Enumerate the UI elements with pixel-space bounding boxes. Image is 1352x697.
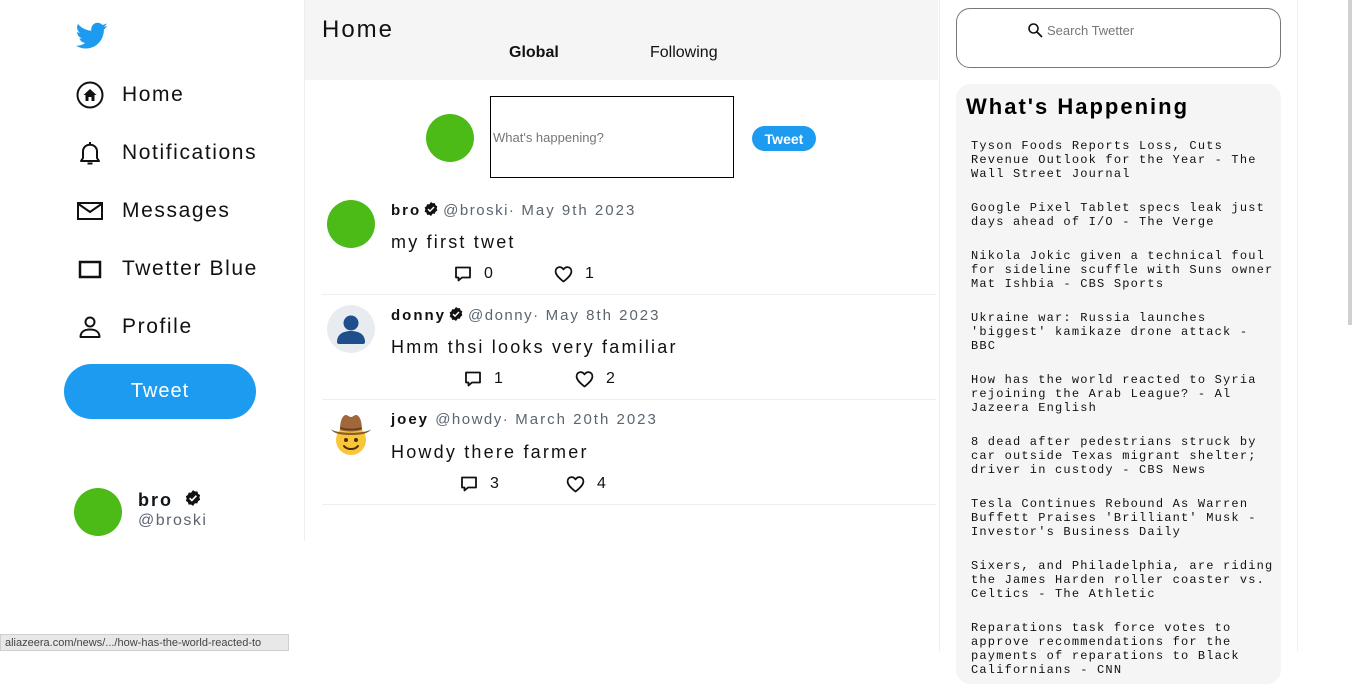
comment-button[interactable]: 3 — [460, 475, 499, 493]
nav-label: Profile — [122, 315, 193, 338]
news-item[interactable]: Nikola Jokic given a technical foul for … — [966, 249, 1278, 291]
nav-messages[interactable]: Messages — [76, 194, 231, 228]
square-icon — [76, 255, 104, 283]
tweet-date: March 20th 2023 — [515, 411, 658, 428]
tweet-text: my first twet — [391, 232, 516, 252]
tweet-item[interactable]: bro @broski· May 9th 2023 my first twet 0 … — [322, 190, 936, 295]
comment-button[interactable]: 1 — [464, 370, 503, 388]
nav-label: Messages — [122, 199, 231, 222]
tweet-input[interactable] — [490, 96, 734, 178]
heart-icon — [575, 371, 594, 388]
like-button[interactable]: 4 — [566, 475, 606, 493]
status-bar-url: aliazeera.com/news/.../how-has-the-world… — [0, 634, 289, 651]
news-item[interactable]: Reparations task force votes to approve … — [966, 621, 1278, 677]
search-icon — [1028, 23, 1043, 38]
tweet-date: May 8th 2023 — [545, 307, 661, 324]
like-count: 4 — [597, 475, 606, 492]
panel-title: What's Happening — [966, 94, 1190, 119]
nav-label: Twetter Blue — [122, 257, 258, 280]
cowboy-emoji-avatar — [327, 410, 375, 458]
comment-icon — [455, 266, 471, 282]
post-tweet-button[interactable]: Tweet — [752, 126, 816, 151]
news-item[interactable]: Ukraine war: Russia launches 'biggest' k… — [966, 311, 1278, 353]
tweet-item[interactable]: donny @donny· May 8th 2023 Hmm thsi looks … — [322, 295, 936, 400]
comment-icon — [461, 476, 477, 492]
tweet-feed: bro @broski· May 9th 2023 my first twet 0 … — [322, 190, 936, 505]
composer-avatar — [426, 114, 474, 162]
verified-icon — [423, 201, 439, 221]
author-name[interactable]: bro — [391, 202, 421, 219]
bird-icon[interactable] — [75, 22, 108, 50]
verified-icon — [448, 306, 464, 326]
nav-label: Home — [122, 83, 185, 106]
tweet-text: Howdy there farmer — [391, 442, 589, 462]
tab-following[interactable]: Following — [650, 44, 718, 62]
tweet-meta: donny @donny· May 8th 2023 — [391, 306, 661, 326]
comment-count: 1 — [494, 370, 503, 387]
news-item[interactable]: Tyson Foods Reports Loss, Cuts Revenue O… — [966, 139, 1278, 181]
tweet-date: May 9th 2023 — [521, 202, 637, 219]
like-count: 2 — [606, 370, 615, 387]
main-header: Home Global Following — [305, 0, 938, 80]
tweet-button[interactable]: Tweet — [64, 364, 256, 419]
home-icon — [76, 81, 104, 109]
nav-home[interactable]: Home — [76, 78, 184, 112]
page-scrollbar[interactable] — [1348, 0, 1352, 325]
tweet-item[interactable]: joey @howdy· March 20th 2023 Howdy there … — [322, 400, 936, 505]
comment-button[interactable]: 0 — [454, 265, 493, 283]
profile-card[interactable]: bro @broski — [74, 488, 294, 536]
nav-profile[interactable]: Profile — [76, 310, 193, 344]
tweet-text: Hmm thsi looks very familiar — [391, 337, 678, 357]
tab-global[interactable]: Global — [509, 44, 559, 62]
like-count: 1 — [585, 265, 594, 282]
author-name[interactable]: joey — [391, 411, 429, 428]
left-sidebar: Home Notifications Messages Twetter Blue… — [0, 0, 305, 541]
author-handle[interactable]: @donny· — [468, 307, 540, 324]
news-item[interactable]: Tesla Continues Rebound As Warren Buffet… — [966, 497, 1278, 539]
author-handle[interactable]: @broski· — [443, 202, 515, 219]
tweet-meta: bro @broski· May 9th 2023 — [391, 201, 636, 221]
avatar — [74, 488, 122, 536]
search-input[interactable] — [1045, 21, 1209, 39]
news-item[interactable]: Google Pixel Tablet specs leak just days… — [966, 201, 1278, 229]
right-sidebar: What's Happening Tyson Foods Reports Los… — [939, 0, 1298, 684]
search-field[interactable] — [1023, 19, 1215, 41]
nav-twetter-blue[interactable]: Twetter Blue — [76, 252, 258, 286]
bell-icon — [76, 139, 104, 167]
verified-icon — [184, 489, 202, 512]
comment-icon — [465, 371, 481, 387]
profile-handle: @broski — [138, 512, 208, 529]
news-item[interactable]: How has the world reacted to Syria rejoi… — [966, 373, 1278, 415]
search-box — [956, 8, 1281, 68]
avatar — [327, 200, 375, 248]
person-icon — [76, 313, 104, 341]
nav-notifications[interactable]: Notifications — [76, 136, 257, 170]
news-item[interactable]: 8 dead after pedestrians struck by car o… — [966, 435, 1278, 477]
author-handle[interactable]: @howdy· — [435, 411, 509, 428]
whats-happening-panel: What's Happening Tyson Foods Reports Los… — [956, 84, 1281, 684]
heart-icon — [554, 266, 573, 283]
like-button[interactable]: 1 — [554, 265, 594, 283]
mail-icon — [76, 197, 104, 225]
news-item[interactable]: Sixers, and Philadelphia, are riding the… — [966, 559, 1278, 601]
comment-count: 3 — [490, 475, 499, 492]
tweet-meta: joey @howdy· March 20th 2023 — [391, 411, 658, 428]
profile-name: bro — [138, 490, 173, 510]
default-avatar — [327, 305, 375, 353]
author-name[interactable]: donny — [391, 307, 446, 324]
page-title: Home — [322, 16, 395, 43]
nav-label: Notifications — [122, 141, 258, 164]
comment-count: 0 — [484, 265, 493, 282]
heart-icon — [566, 476, 585, 493]
news-list: Tyson Foods Reports Loss, Cuts Revenue O… — [966, 139, 1278, 697]
like-button[interactable]: 2 — [575, 370, 615, 388]
